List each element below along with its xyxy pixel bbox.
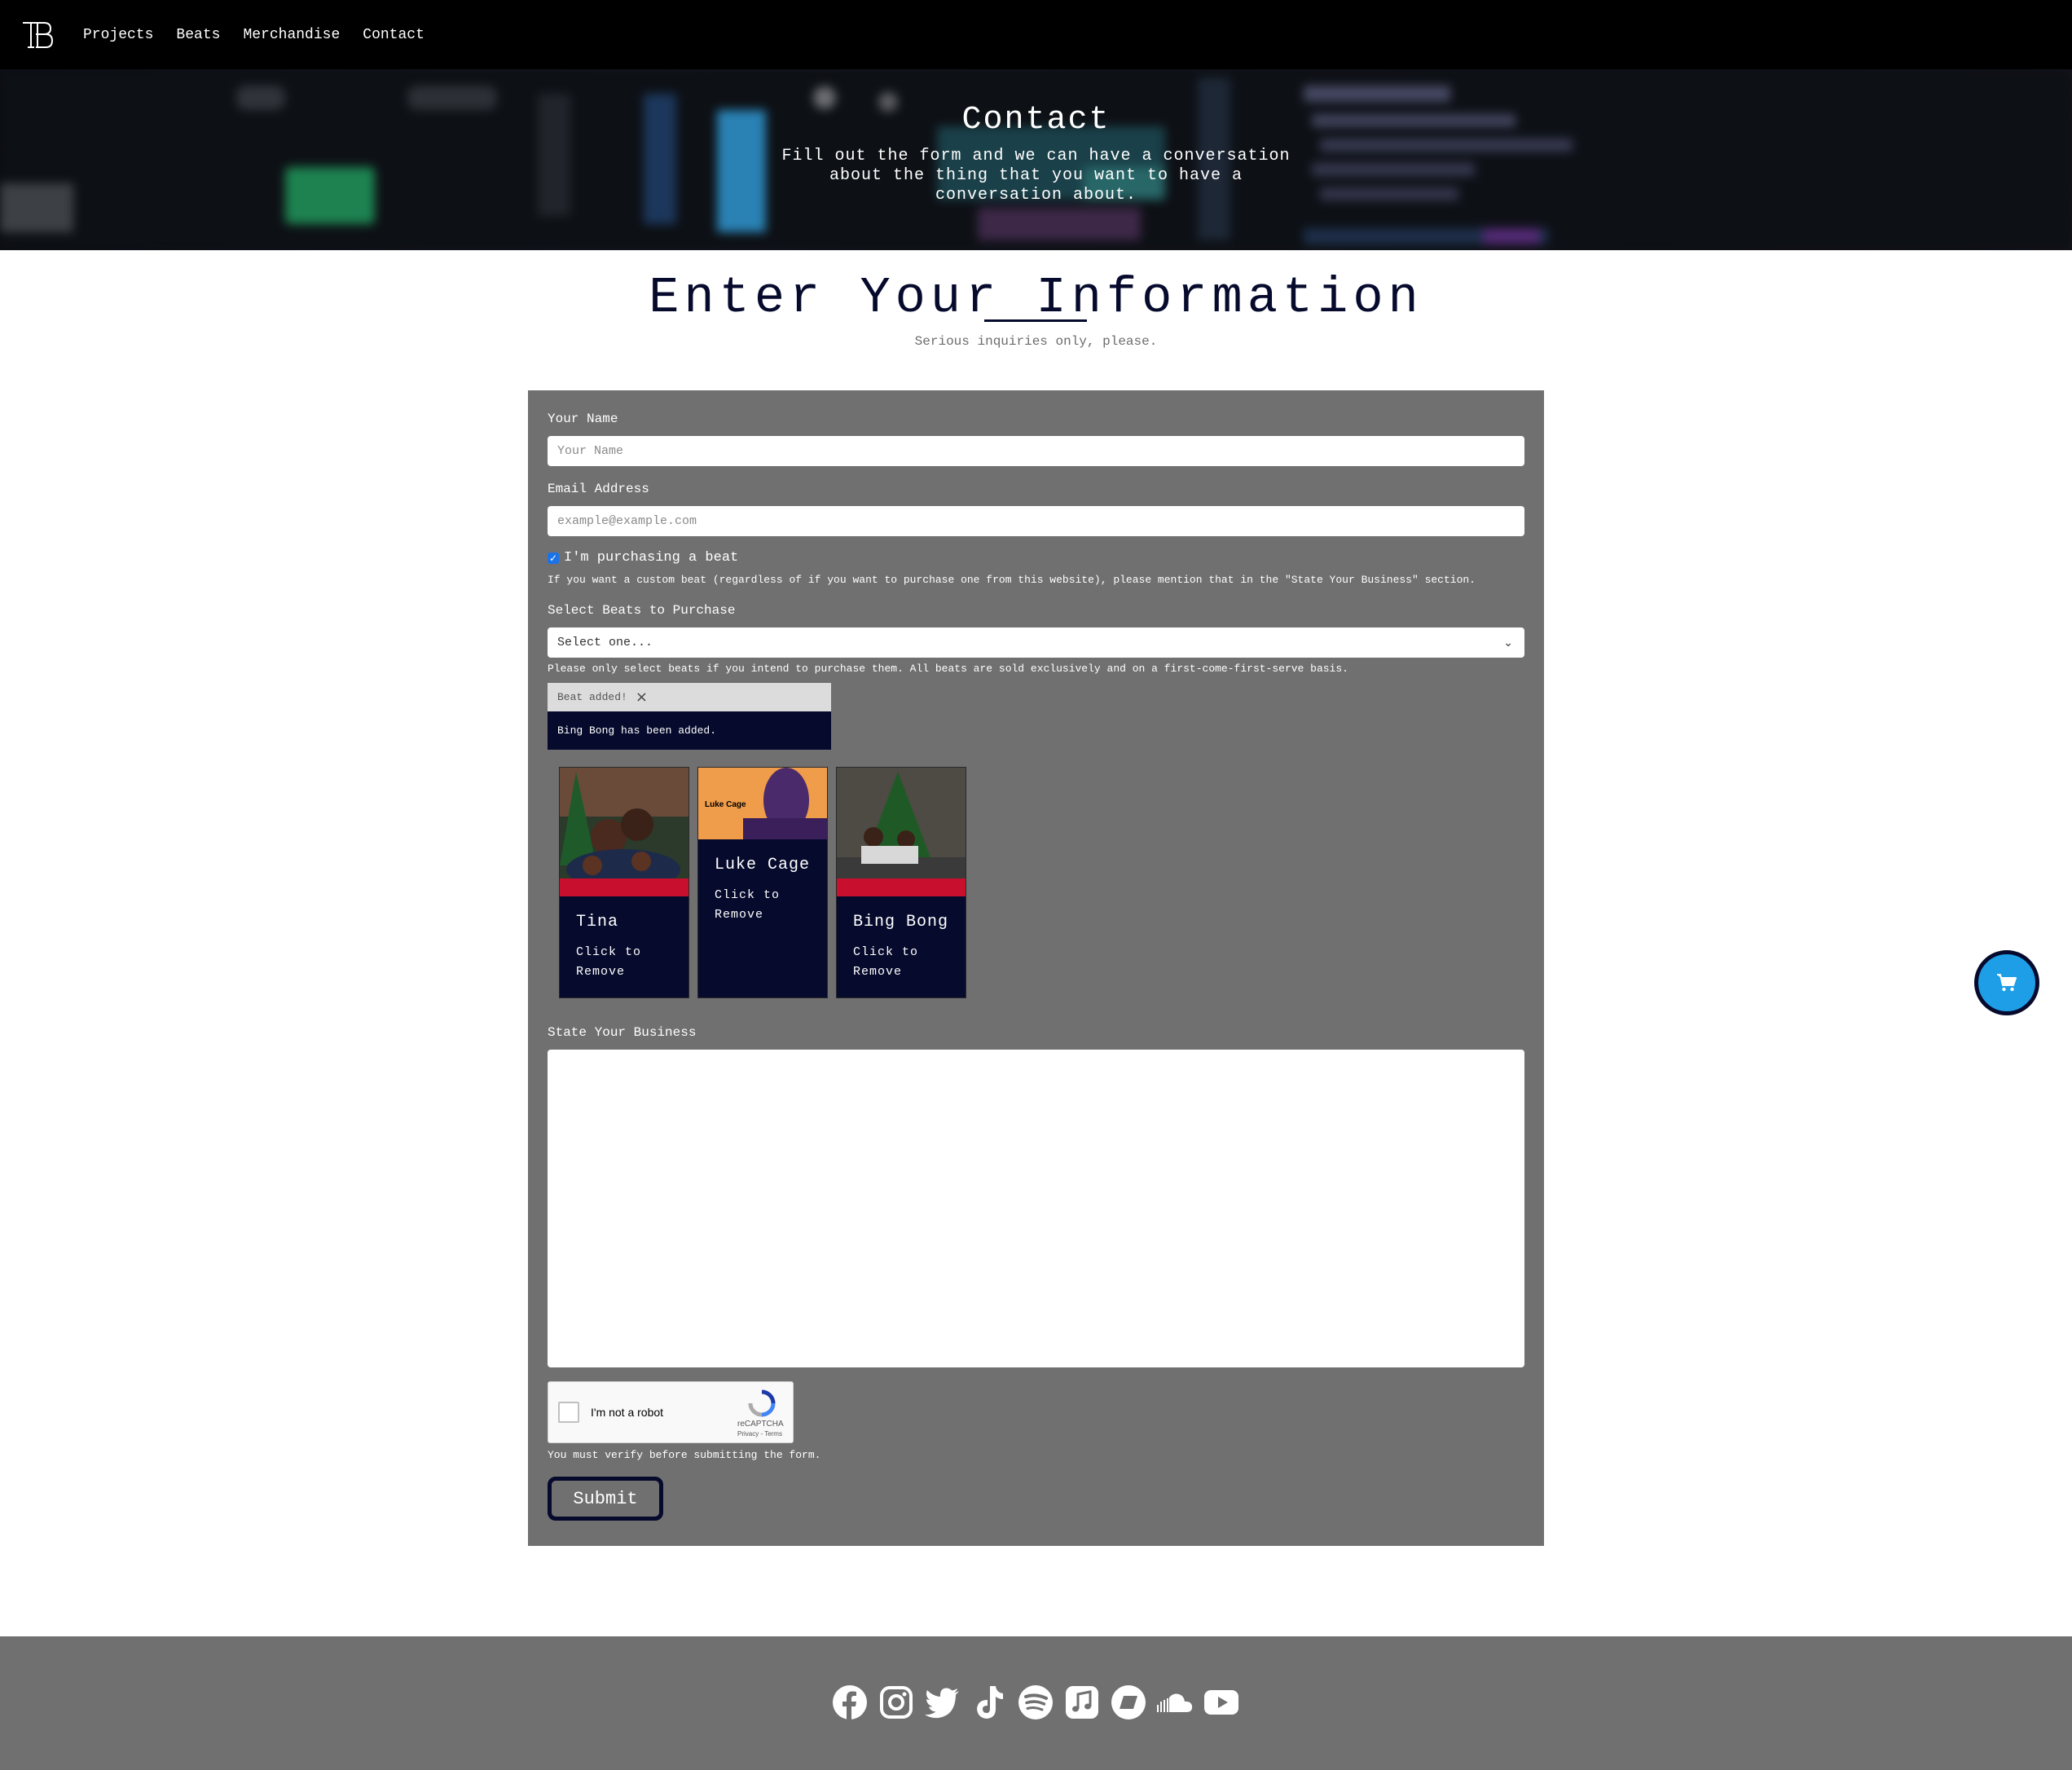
beat-cover-image xyxy=(837,768,966,896)
email-label: Email Address xyxy=(548,482,649,496)
site-logo-icon[interactable] xyxy=(21,19,54,51)
twitter-icon[interactable] xyxy=(924,1684,961,1721)
apple-music-icon[interactable] xyxy=(1063,1684,1101,1721)
social-links xyxy=(831,1684,1249,1721)
recaptcha-logo-icon xyxy=(748,1389,776,1417)
submit-button[interactable]: Submit xyxy=(548,1477,663,1521)
purchase-checkbox[interactable]: ✓ xyxy=(548,552,559,564)
toast-body: Bing Bong has been added. xyxy=(548,711,831,750)
youtube-icon[interactable] xyxy=(1203,1684,1240,1721)
beats-help-text: Please only select beats if you intend t… xyxy=(548,663,1348,675)
beat-cover-image xyxy=(560,768,688,896)
hero-banner: Contact Fill out the form and we can hav… xyxy=(0,69,2072,250)
instagram-icon[interactable] xyxy=(878,1684,915,1721)
page-subtitle: Serious inquiries only, please. xyxy=(914,334,1158,349)
facebook-icon[interactable] xyxy=(831,1684,869,1721)
beat-card-name: Tina xyxy=(576,913,619,931)
nav-link-merchandise[interactable]: Merchandise xyxy=(243,27,340,43)
toast-title: Beat added! xyxy=(557,691,627,703)
spotify-icon[interactable] xyxy=(1017,1684,1054,1721)
footer xyxy=(0,1636,2072,1770)
bandcamp-icon[interactable] xyxy=(1110,1684,1147,1721)
email-input[interactable]: example@example.com xyxy=(548,506,1524,536)
beats-label: Select Beats to Purchase xyxy=(548,603,736,618)
name-label: Your Name xyxy=(548,412,618,426)
beat-card-remove: Click to Remove xyxy=(715,888,781,922)
contact-form: Your Name Your Name Email Address exampl… xyxy=(528,390,1544,1546)
recaptcha-brand: reCAPTCHA xyxy=(737,1420,784,1429)
beat-card-remove: Click to Remove xyxy=(576,945,642,979)
recaptcha-checkbox[interactable] xyxy=(558,1402,579,1423)
top-navbar: Projects Beats Merchandise Contact xyxy=(0,0,2072,69)
hero-title: Contact xyxy=(961,102,1111,139)
beat-card-remove: Click to Remove xyxy=(853,945,919,979)
business-textarea[interactable] xyxy=(548,1050,1524,1367)
beat-card-tina[interactable]: Tina Click to Remove xyxy=(559,767,689,998)
purchase-checkbox-label: I'm purchasing a beat xyxy=(564,550,739,566)
recaptcha-widget: I'm not a robot reCAPTCHA Privacy - Term… xyxy=(548,1381,794,1443)
beat-card-name: Luke Cage xyxy=(715,856,811,874)
nav-link-contact[interactable]: Contact xyxy=(363,27,425,43)
recaptcha-label: I'm not a robot xyxy=(591,1406,664,1419)
beats-select[interactable]: Select one... ⌄ xyxy=(548,627,1524,658)
tiktok-icon[interactable] xyxy=(970,1684,1008,1721)
toast-header: Beat added! × xyxy=(548,683,831,711)
cover-text: Luke Cage xyxy=(705,800,746,809)
hero-subtitle: Fill out the form and we can have a conv… xyxy=(781,147,1291,205)
page-title: Enter Your Information xyxy=(649,269,1423,327)
verify-help-text: You must verify before submitting the fo… xyxy=(548,1449,821,1461)
chevron-down-icon: ⌄ xyxy=(1503,636,1513,649)
name-input[interactable]: Your Name xyxy=(548,436,1524,466)
business-label: State Your Business xyxy=(548,1025,697,1040)
purchase-help-text: If you want a custom beat (regardless of… xyxy=(548,574,1476,586)
cart-button[interactable] xyxy=(1974,950,2039,1015)
beat-cover-image: Luke Cage xyxy=(698,768,827,839)
beat-added-toast: Beat added! × Bing Bong has been added. xyxy=(548,683,831,750)
nav-link-beats[interactable]: Beats xyxy=(176,27,220,43)
shopping-cart-icon xyxy=(1997,974,2017,992)
beat-card-luke-cage[interactable]: Luke Cage Luke Cage Click to Remove xyxy=(697,767,828,998)
nav-link-projects[interactable]: Projects xyxy=(83,27,153,43)
soundcloud-icon[interactable] xyxy=(1156,1684,1194,1721)
beat-card-bing-bong[interactable]: Bing Bong Click to Remove xyxy=(836,767,966,998)
purchase-checkbox-row[interactable]: ✓ I'm purchasing a beat xyxy=(548,550,738,566)
recaptcha-terms-link[interactable]: Privacy - Terms xyxy=(737,1430,782,1438)
beats-select-value: Select one... xyxy=(557,636,653,649)
nav-links: Projects Beats Merchandise Contact xyxy=(83,27,447,43)
close-icon[interactable]: × xyxy=(636,689,648,706)
selected-beats: Tina Click to Remove Luke Cage Luke Cage… xyxy=(559,767,974,998)
heading-underline xyxy=(984,319,1087,322)
beat-card-name: Bing Bong xyxy=(853,913,949,931)
